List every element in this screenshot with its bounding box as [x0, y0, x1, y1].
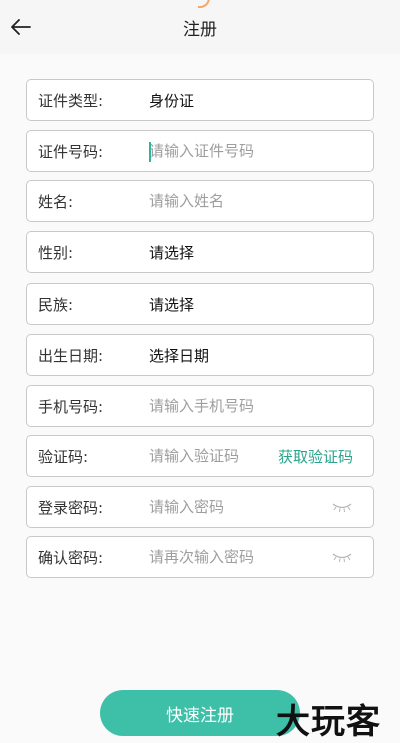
password-input[interactable]	[149, 492, 349, 522]
verification-code-row: 验证码: 获取验证码	[26, 435, 374, 477]
phone-input[interactable]	[149, 391, 349, 421]
name-label: 姓名:	[38, 192, 74, 211]
id-type-value: 身份证	[149, 91, 195, 110]
birth-date-label: 出生日期:	[38, 346, 104, 365]
id-number-row: 证件号码:	[26, 130, 374, 172]
page-title: 注册	[183, 19, 217, 40]
gender-label: 性别:	[38, 243, 74, 262]
confirm-password-label: 确认密码:	[38, 548, 104, 567]
password-label: 登录密码:	[38, 498, 104, 517]
birth-date-value: 选择日期	[149, 346, 210, 365]
ethnicity-label: 民族:	[38, 295, 74, 314]
id-number-input[interactable]	[149, 136, 349, 166]
name-input[interactable]	[149, 186, 349, 216]
gender-value: 请选择	[149, 243, 195, 262]
watermark-logo: 大玩客	[276, 702, 381, 742]
get-verification-code-button[interactable]: 获取验证码	[278, 446, 353, 467]
birth-date-select[interactable]: 出生日期: 选择日期	[26, 334, 374, 376]
eye-closed-icon[interactable]	[331, 501, 353, 513]
verification-code-label: 验证码:	[38, 447, 89, 466]
quick-register-button[interactable]: 快速注册	[100, 690, 300, 736]
text-cursor	[149, 142, 151, 162]
registration-form: 证件类型: 身份证 证件号码: 姓名: 性别: 请选择 民族: 请选择 出生日期…	[0, 54, 400, 743]
id-type-select[interactable]: 证件类型: 身份证	[26, 79, 374, 121]
top-decoration	[198, 0, 210, 8]
header: 注册	[0, 0, 400, 54]
gender-select[interactable]: 性别: 请选择	[26, 231, 374, 273]
arrow-left-icon	[11, 19, 31, 35]
phone-label: 手机号码:	[38, 397, 104, 416]
id-number-label: 证件号码:	[38, 142, 104, 161]
id-type-label: 证件类型:	[38, 91, 104, 110]
eye-closed-icon[interactable]	[331, 551, 353, 563]
confirm-password-input[interactable]	[149, 542, 349, 572]
confirm-password-row: 确认密码:	[26, 536, 374, 578]
ethnicity-value: 请选择	[149, 295, 195, 314]
ethnicity-select[interactable]: 民族: 请选择	[26, 283, 374, 325]
name-row: 姓名:	[26, 180, 374, 222]
verification-code-input[interactable]	[149, 441, 269, 471]
password-row: 登录密码:	[26, 486, 374, 528]
phone-row: 手机号码:	[26, 385, 374, 427]
back-button[interactable]	[8, 14, 34, 40]
